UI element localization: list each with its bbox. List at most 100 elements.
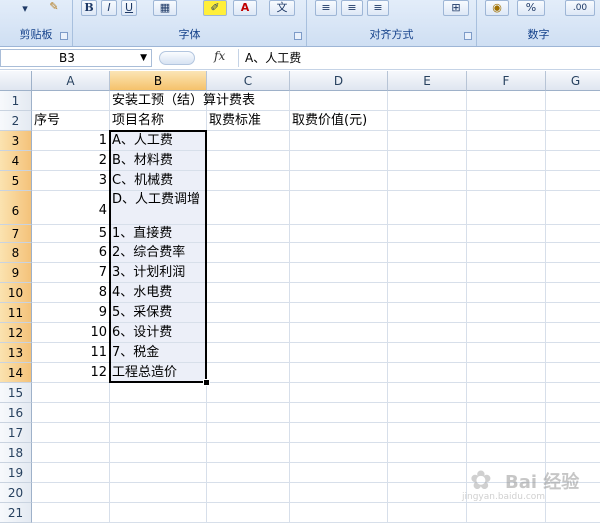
cell-g16[interactable]	[546, 403, 600, 423]
cell-b7[interactable]: 1、直接费	[110, 225, 207, 243]
cell-a8[interactable]: 6	[32, 243, 110, 263]
cell-e3[interactable]	[388, 131, 467, 151]
cell-b3[interactable]: A、人工费	[110, 131, 207, 151]
cell-b21[interactable]	[110, 503, 207, 523]
italic-button[interactable]: I	[101, 0, 117, 16]
row-header[interactable]: 12	[0, 323, 32, 343]
cell-d21[interactable]	[290, 503, 388, 523]
cell-g14[interactable]	[546, 363, 600, 383]
cell-c4[interactable]	[207, 151, 290, 171]
cell-e6[interactable]	[388, 191, 467, 225]
cell-f12[interactable]	[467, 323, 546, 343]
cell-a3[interactable]: 1	[32, 131, 110, 151]
row-header[interactable]: 2	[0, 111, 32, 131]
cell-a10[interactable]: 8	[32, 283, 110, 303]
cell-f7[interactable]	[467, 225, 546, 243]
column-header-c[interactable]: C	[207, 71, 290, 91]
cell-d11[interactable]	[290, 303, 388, 323]
column-header-e[interactable]: E	[388, 71, 467, 91]
cell-d15[interactable]	[290, 383, 388, 403]
currency-button[interactable]: ◉	[485, 0, 509, 16]
cell-b16[interactable]	[110, 403, 207, 423]
cell-g18[interactable]	[546, 443, 600, 463]
cell-d8[interactable]	[290, 243, 388, 263]
cell-c14[interactable]	[207, 363, 290, 383]
row-header[interactable]: 14	[0, 363, 32, 383]
row-header[interactable]: 9	[0, 263, 32, 283]
cell-e8[interactable]	[388, 243, 467, 263]
cell-e7[interactable]	[388, 225, 467, 243]
cell-d14[interactable]	[290, 363, 388, 383]
cell-e11[interactable]	[388, 303, 467, 323]
cell-e4[interactable]	[388, 151, 467, 171]
cell-e18[interactable]	[388, 443, 467, 463]
cell-g7[interactable]	[546, 225, 600, 243]
cell-g12[interactable]	[546, 323, 600, 343]
cell-d17[interactable]	[290, 423, 388, 443]
cell-a14[interactable]: 12	[32, 363, 110, 383]
cell-e13[interactable]	[388, 343, 467, 363]
row-header[interactable]: 3	[0, 131, 32, 151]
cell-a12[interactable]: 10	[32, 323, 110, 343]
cell-a5[interactable]: 3	[32, 171, 110, 191]
cell-a19[interactable]	[32, 463, 110, 483]
cell-b8[interactable]: 2、综合费率	[110, 243, 207, 263]
cell-c16[interactable]	[207, 403, 290, 423]
align-right-button[interactable]: ≡	[367, 0, 389, 16]
row-header[interactable]: 4	[0, 151, 32, 171]
row-header[interactable]: 15	[0, 383, 32, 403]
cell-e21[interactable]	[388, 503, 467, 523]
cell-f11[interactable]	[467, 303, 546, 323]
cell-d7[interactable]	[290, 225, 388, 243]
cell-b20[interactable]	[110, 483, 207, 503]
cell-f3[interactable]	[467, 131, 546, 151]
row-header[interactable]: 17	[0, 423, 32, 443]
cell-c6[interactable]	[207, 191, 290, 225]
row-header[interactable]: 7	[0, 225, 32, 243]
cell-g10[interactable]	[546, 283, 600, 303]
cell-e15[interactable]	[388, 383, 467, 403]
cell-e10[interactable]	[388, 283, 467, 303]
underline-button[interactable]: U	[121, 0, 137, 16]
bold-button[interactable]: B	[81, 0, 97, 16]
cell-b18[interactable]	[110, 443, 207, 463]
column-header-a[interactable]: A	[32, 71, 110, 91]
cell-g3[interactable]	[546, 131, 600, 151]
cell-d5[interactable]	[290, 171, 388, 191]
row-header[interactable]: 13	[0, 343, 32, 363]
cell-e16[interactable]	[388, 403, 467, 423]
cell-a20[interactable]	[32, 483, 110, 503]
formula-input[interactable]: A、人工费	[238, 49, 600, 67]
font-color-button[interactable]: A	[233, 0, 257, 16]
cell-c12[interactable]	[207, 323, 290, 343]
alignment-launcher-icon[interactable]	[464, 32, 472, 40]
cell-e5[interactable]	[388, 171, 467, 191]
cell-f6[interactable]	[467, 191, 546, 225]
row-header[interactable]: 1	[0, 91, 32, 111]
cell-a17[interactable]	[32, 423, 110, 443]
cell-g9[interactable]	[546, 263, 600, 283]
cell-e17[interactable]	[388, 423, 467, 443]
cell-a21[interactable]	[32, 503, 110, 523]
cell-f18[interactable]	[467, 443, 546, 463]
cell-c9[interactable]	[207, 263, 290, 283]
cell-g11[interactable]	[546, 303, 600, 323]
cell-f16[interactable]	[467, 403, 546, 423]
cell-b9[interactable]: 3、计划利润	[110, 263, 207, 283]
fill-color-button[interactable]: ✐	[203, 0, 227, 16]
cell-c11[interactable]	[207, 303, 290, 323]
cell-f1[interactable]	[467, 91, 546, 111]
row-header[interactable]: 19	[0, 463, 32, 483]
cell-g5[interactable]	[546, 171, 600, 191]
phonetic-button[interactable]: 文	[269, 0, 295, 16]
cell-g15[interactable]	[546, 383, 600, 403]
merge-center-button[interactable]: ⊞	[443, 0, 469, 16]
cell-f9[interactable]	[467, 263, 546, 283]
cell-c5[interactable]	[207, 171, 290, 191]
column-header-d[interactable]: D	[290, 71, 388, 91]
cell-g6[interactable]	[546, 191, 600, 225]
cell-a1[interactable]	[32, 91, 110, 111]
cell-d6[interactable]	[290, 191, 388, 225]
column-header-g[interactable]: G	[546, 71, 600, 91]
cell-b17[interactable]	[110, 423, 207, 443]
